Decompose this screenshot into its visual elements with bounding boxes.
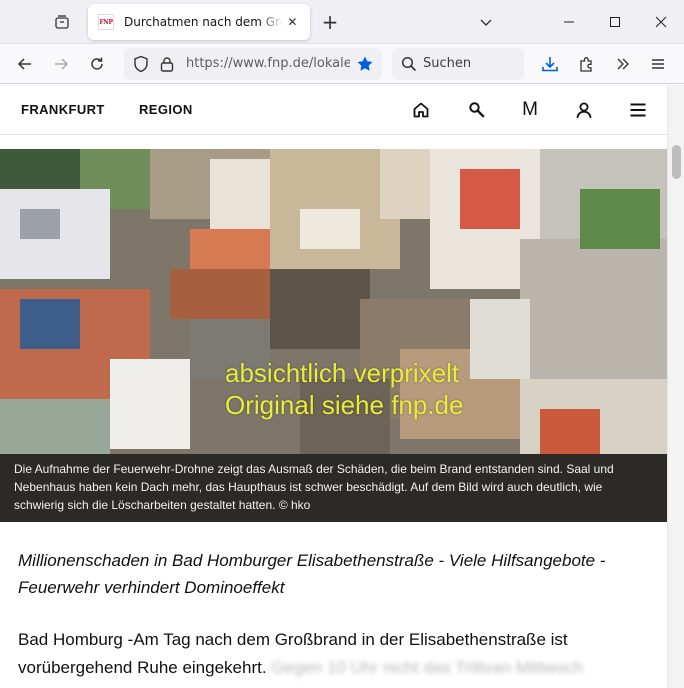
app-menu-icon[interactable]	[644, 50, 672, 78]
navigation-toolbar: https://www.fnp.de/lokales/ Suchen	[0, 44, 684, 84]
nav-region[interactable]: REGION	[139, 102, 193, 117]
maximize-icon[interactable]	[592, 0, 638, 44]
tab-strip: FNP Durchatmen nach dem Großeinsatz ✕ +	[0, 0, 684, 44]
bookmark-star-icon[interactable]	[356, 55, 374, 77]
search-bar[interactable]: Suchen	[392, 48, 524, 80]
search-placeholder: Suchen	[423, 56, 472, 71]
more-tools-chevron-icon[interactable]	[609, 50, 637, 78]
minimize-icon[interactable]	[546, 0, 592, 44]
home-icon[interactable]	[409, 98, 433, 122]
address-bar[interactable]: https://www.fnp.de/lokales/	[124, 48, 382, 80]
close-window-icon[interactable]	[638, 0, 684, 44]
menu-icon[interactable]	[626, 98, 650, 122]
forward-arrow-icon[interactable]	[47, 50, 75, 78]
new-tab-button[interactable]: +	[316, 8, 344, 36]
article-hero-image: absichtlich verprixelt Original siehe fn…	[0, 149, 667, 522]
tracking-shield-icon[interactable]	[132, 55, 150, 77]
m-icon[interactable]: M	[518, 98, 542, 122]
url-text[interactable]: https://www.fnp.de/lokales/	[186, 56, 350, 71]
lock-icon[interactable]	[160, 56, 174, 76]
page-scrollbar[interactable]	[667, 85, 684, 688]
site-header: FRANKFURT REGION M	[0, 85, 667, 135]
article-subtitle: Millionenschaden in Bad Homburger Elisab…	[18, 551, 606, 597]
fnp-favicon-icon: FNP	[98, 14, 114, 30]
image-caption: Die Aufnahme der Feuerwehr-Drohne zeigt …	[0, 454, 667, 522]
close-tab-icon[interactable]: ✕	[283, 12, 302, 32]
tab-list-icon[interactable]	[48, 8, 76, 36]
tab-title: Durchatmen nach dem Großeinsatz	[124, 15, 283, 29]
pixelation-notice: absichtlich verprixelt Original siehe fn…	[225, 358, 464, 420]
downloads-icon[interactable]	[536, 50, 564, 78]
nav-frankfurt[interactable]: FRANKFURT	[21, 102, 105, 117]
extensions-puzzle-icon[interactable]	[573, 50, 601, 78]
search-icon	[401, 56, 417, 76]
back-arrow-icon[interactable]	[11, 50, 39, 78]
list-all-tabs-icon[interactable]	[472, 8, 500, 36]
site-search-icon[interactable]	[465, 98, 489, 122]
account-icon[interactable]	[572, 98, 596, 122]
reload-icon[interactable]	[83, 50, 111, 78]
active-tab[interactable]: FNP Durchatmen nach dem Großeinsatz ✕	[88, 4, 310, 40]
web-page: FRANKFURT REGION M absichtlich verprixel…	[0, 85, 667, 688]
lead-blurred-text: Gegen 10 Uhr nicht das Trittvan Mittwoch	[271, 658, 584, 677]
article-lead: Bad Homburg -Am Tag nach dem Großbrand i…	[18, 626, 658, 682]
scrollbar-thumb[interactable]	[672, 145, 681, 179]
